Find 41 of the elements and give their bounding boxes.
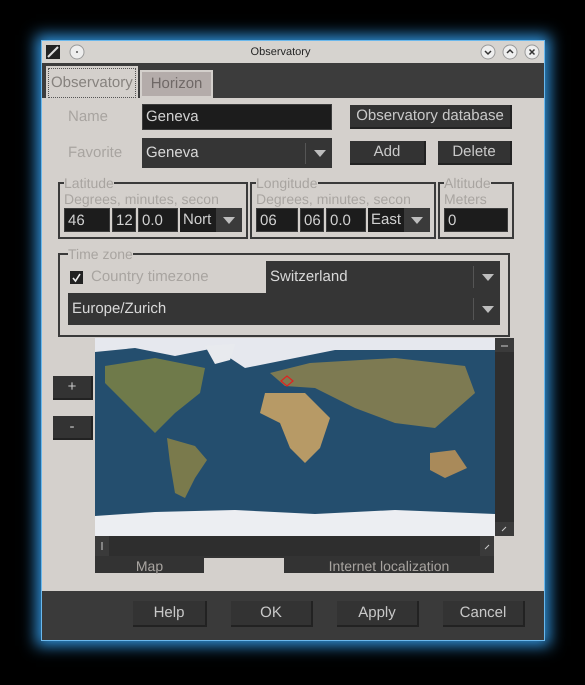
input-field[interactable]: 06 [300,208,324,232]
button[interactable]: Delete [438,141,512,165]
maximize-icon [502,44,518,60]
menu-button-icon [69,44,85,60]
dropdown-arrow-icon [482,274,494,280]
input-field[interactable]: 46 [64,208,110,232]
scroll-down-icon [495,522,514,536]
horizontal-scrollbar[interactable] [95,536,494,556]
timezone-dropdown[interactable]: Europe/Zurich [68,293,500,325]
button[interactable]: Apply [337,601,419,627]
checkbox[interactable] [70,270,83,284]
button[interactable]: Observatory database [350,105,512,129]
input-field[interactable]: 0.0 [138,208,178,232]
close-icon [524,44,540,60]
scroll-right-icon [480,536,494,556]
button[interactable]: OK [231,601,313,627]
minimize-icon [480,44,496,60]
dropdown-arrow-icon [314,150,326,156]
vertical-scrollbar[interactable] [495,338,514,536]
window-title: Observatory [250,44,312,60]
dropdown-arrow-icon [223,216,235,224]
input-field[interactable]: 0.0 [326,208,366,232]
favorite-dropdown[interactable]: Geneva [142,138,332,168]
input-field[interactable]: 06 [256,208,298,232]
button[interactable]: Add [350,141,426,165]
tab[interactable]: Map [95,556,204,573]
button[interactable]: + [53,376,93,400]
direction-dropdown[interactable]: Nort [180,208,242,232]
scroll-left-icon [95,536,109,556]
tab[interactable]: Internet localization [284,556,494,573]
dropdown-arrow-icon [411,216,423,224]
input-field[interactable]: 0 [444,208,508,232]
input-field[interactable]: 12 [112,208,136,232]
dropdown-arrow-icon [482,306,494,312]
button[interactable]: - [53,416,93,440]
country-dropdown[interactable]: Switzerland [266,261,500,293]
button[interactable]: Help [133,601,207,627]
app-icon [46,45,60,59]
button[interactable]: Cancel [443,601,525,627]
input-field[interactable]: Geneva [142,104,332,130]
direction-dropdown[interactable]: East [368,208,430,232]
